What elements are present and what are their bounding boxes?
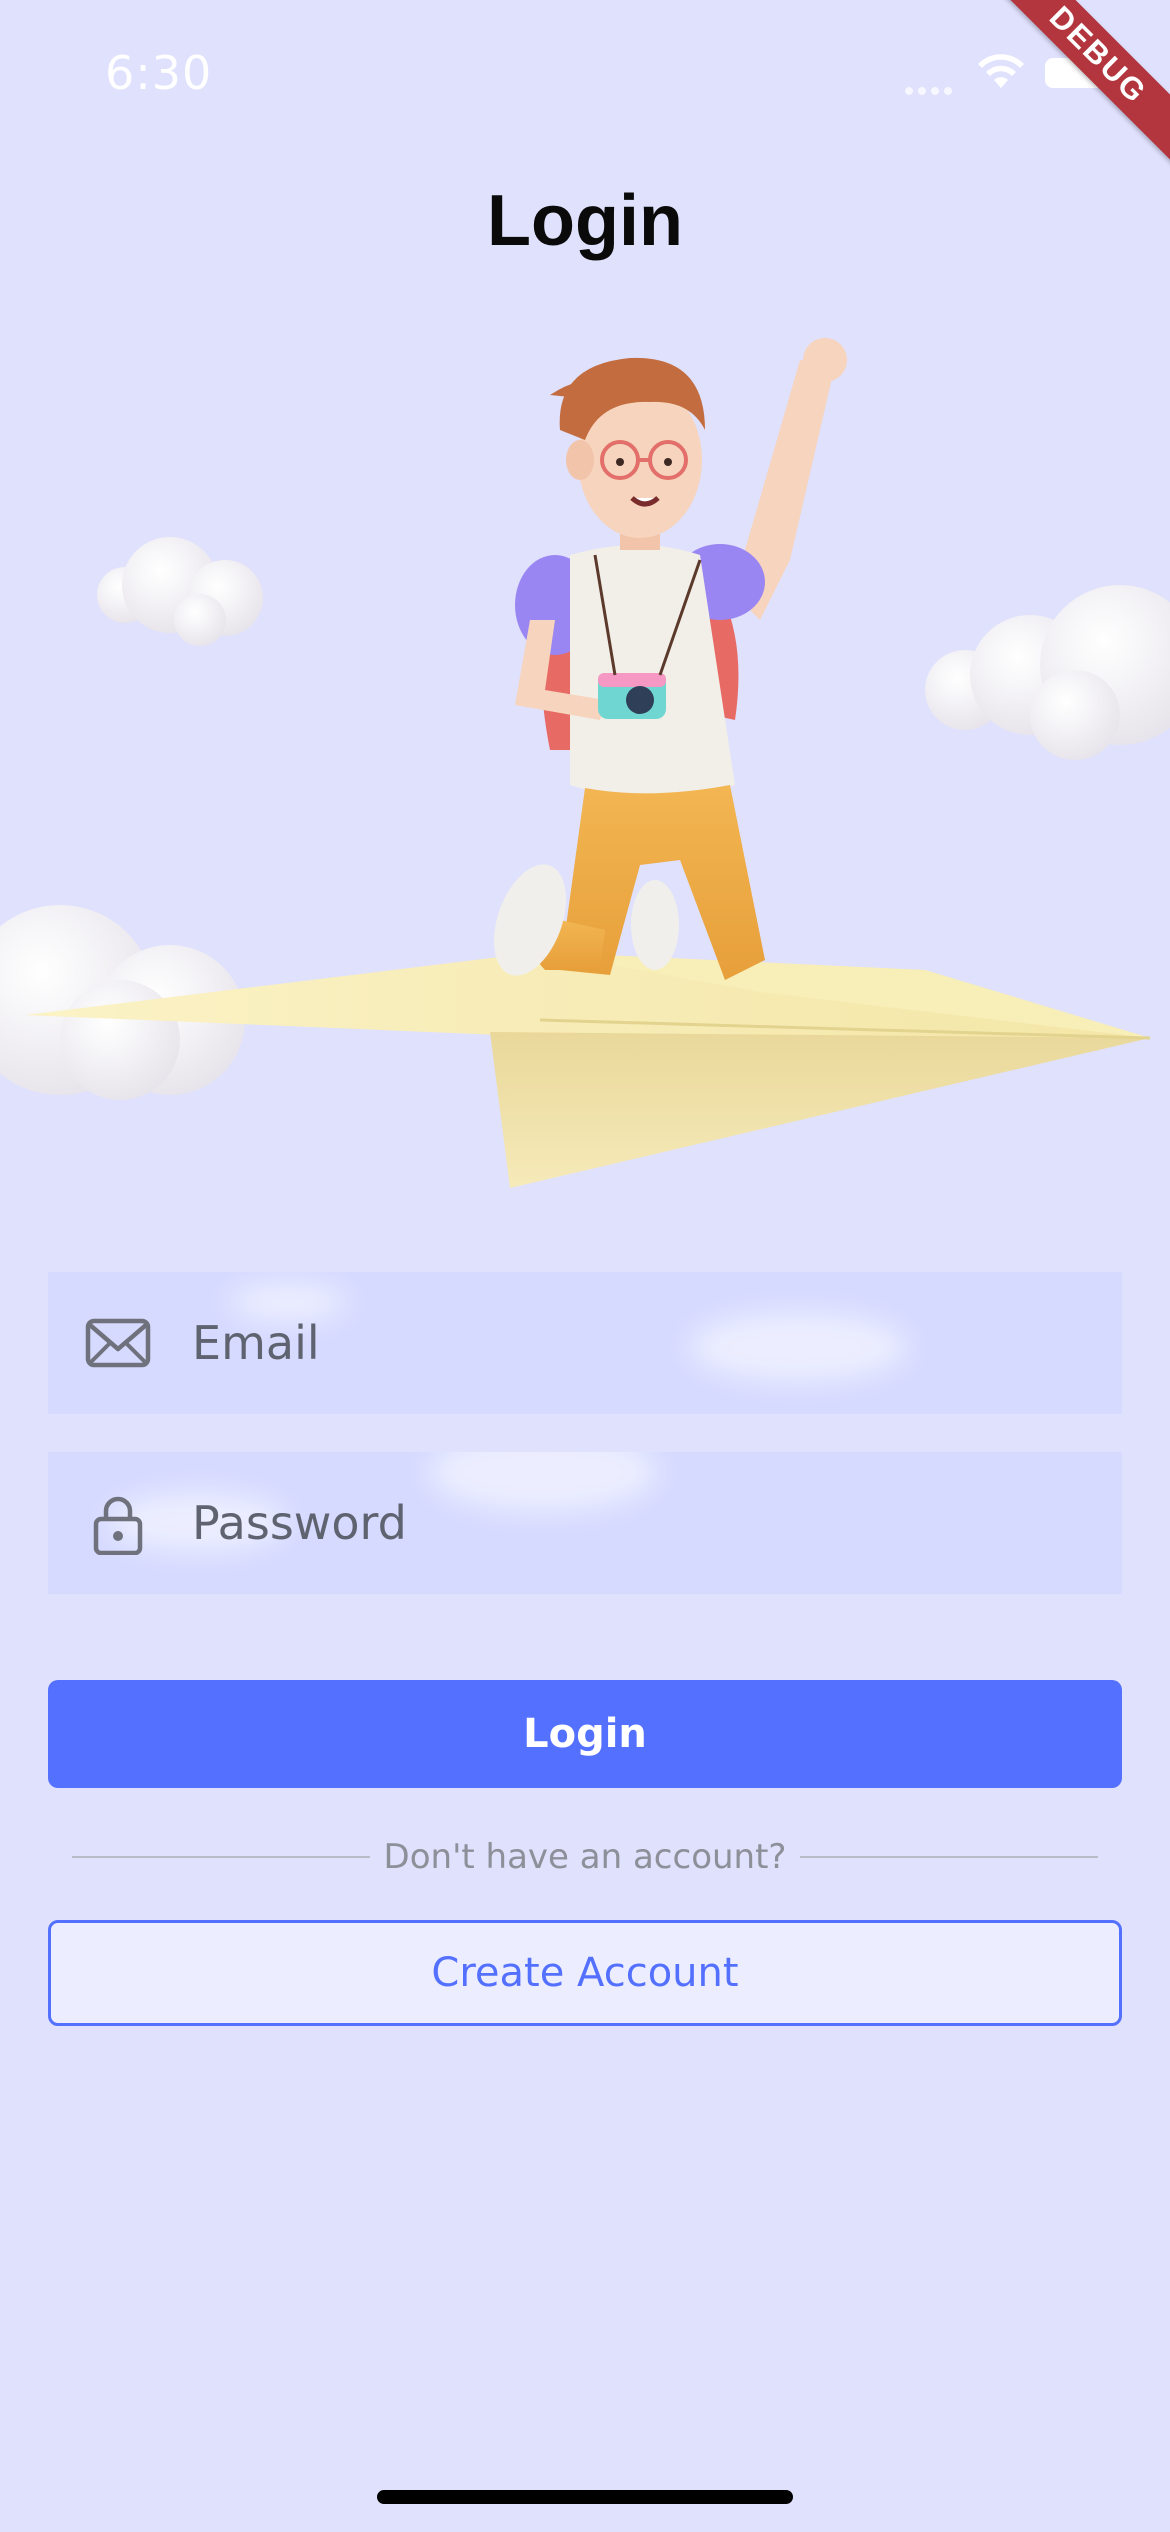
account-divider: Don't have an account?: [72, 1832, 1098, 1882]
status-time: 6:30: [105, 46, 213, 100]
email-input[interactable]: [192, 1272, 1072, 1414]
password-input[interactable]: [192, 1452, 1072, 1594]
create-account-button[interactable]: Create Account: [48, 1920, 1122, 2026]
cloud-right: [925, 585, 1170, 760]
email-field[interactable]: [48, 1272, 1122, 1414]
password-field[interactable]: [48, 1452, 1122, 1594]
divider-line-right: [800, 1856, 1098, 1858]
cellular-signal-icon: [905, 80, 961, 95]
wifi-icon: [978, 54, 1024, 88]
envelope-icon: [85, 1318, 151, 1368]
cloud-left-top: [97, 537, 263, 646]
home-indicator[interactable]: [377, 2490, 793, 2504]
no-account-text: Don't have an account?: [383, 1837, 787, 1877]
lock-icon: [93, 1496, 143, 1555]
divider-line-left: [72, 1856, 370, 1858]
page-title: Login: [487, 181, 683, 261]
login-screen: 6:30 DEBUG Login Email Login Don't have …: [0, 0, 1170, 2532]
login-button[interactable]: Login: [48, 1680, 1122, 1788]
boy-on-paper-plane-illustration: [0, 338, 1170, 1188]
